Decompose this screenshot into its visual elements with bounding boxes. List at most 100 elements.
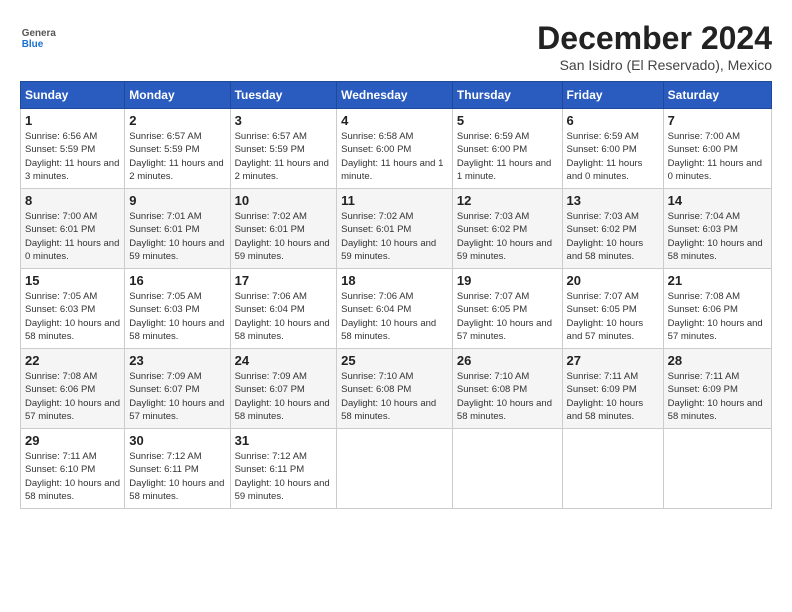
day-cell: 10 Sunrise: 7:02 AM Sunset: 6:01 PM Dayl… (230, 189, 337, 269)
day-number: 27 (567, 353, 659, 368)
day-cell: 20 Sunrise: 7:07 AM Sunset: 6:05 PM Dayl… (562, 269, 663, 349)
day-cell: 1 Sunrise: 6:56 AM Sunset: 5:59 PM Dayli… (21, 109, 125, 189)
day-cell: 28 Sunrise: 7:11 AM Sunset: 6:09 PM Dayl… (663, 349, 771, 429)
day-cell (452, 429, 562, 509)
day-number: 21 (668, 273, 767, 288)
day-number: 28 (668, 353, 767, 368)
day-info: Sunrise: 7:00 AM Sunset: 6:00 PM Dayligh… (668, 130, 767, 183)
day-cell (337, 429, 453, 509)
day-cell: 14 Sunrise: 7:04 AM Sunset: 6:03 PM Dayl… (663, 189, 771, 269)
header-friday: Friday (562, 82, 663, 109)
day-number: 22 (25, 353, 120, 368)
day-info: Sunrise: 7:12 AM Sunset: 6:11 PM Dayligh… (235, 450, 333, 503)
day-info: Sunrise: 6:59 AM Sunset: 6:00 PM Dayligh… (567, 130, 659, 183)
day-cell: 24 Sunrise: 7:09 AM Sunset: 6:07 PM Dayl… (230, 349, 337, 429)
day-number: 19 (457, 273, 558, 288)
day-info: Sunrise: 7:07 AM Sunset: 6:05 PM Dayligh… (567, 290, 659, 343)
day-cell: 27 Sunrise: 7:11 AM Sunset: 6:09 PM Dayl… (562, 349, 663, 429)
day-info: Sunrise: 7:11 AM Sunset: 6:09 PM Dayligh… (668, 370, 767, 423)
day-number: 1 (25, 113, 120, 128)
day-number: 11 (341, 193, 448, 208)
day-cell: 12 Sunrise: 7:03 AM Sunset: 6:02 PM Dayl… (452, 189, 562, 269)
day-number: 5 (457, 113, 558, 128)
day-number: 13 (567, 193, 659, 208)
day-cell: 4 Sunrise: 6:58 AM Sunset: 6:00 PM Dayli… (337, 109, 453, 189)
month-title: December 2024 (537, 20, 772, 57)
day-cell: 5 Sunrise: 6:59 AM Sunset: 6:00 PM Dayli… (452, 109, 562, 189)
day-number: 8 (25, 193, 120, 208)
svg-text:Blue: Blue (22, 39, 44, 50)
week-row-4: 22 Sunrise: 7:08 AM Sunset: 6:06 PM Dayl… (21, 349, 772, 429)
day-number: 14 (668, 193, 767, 208)
week-row-3: 15 Sunrise: 7:05 AM Sunset: 6:03 PM Dayl… (21, 269, 772, 349)
day-info: Sunrise: 7:12 AM Sunset: 6:11 PM Dayligh… (129, 450, 225, 503)
day-info: Sunrise: 6:56 AM Sunset: 5:59 PM Dayligh… (25, 130, 120, 183)
day-info: Sunrise: 7:09 AM Sunset: 6:07 PM Dayligh… (129, 370, 225, 423)
page-header: General Blue December 2024 San Isidro (E… (20, 20, 772, 73)
day-number: 29 (25, 433, 120, 448)
day-number: 24 (235, 353, 333, 368)
day-cell (562, 429, 663, 509)
calendar-body: 1 Sunrise: 6:56 AM Sunset: 5:59 PM Dayli… (21, 109, 772, 509)
week-row-5: 29 Sunrise: 7:11 AM Sunset: 6:10 PM Dayl… (21, 429, 772, 509)
day-cell: 13 Sunrise: 7:03 AM Sunset: 6:02 PM Dayl… (562, 189, 663, 269)
day-info: Sunrise: 7:08 AM Sunset: 6:06 PM Dayligh… (25, 370, 120, 423)
day-cell: 7 Sunrise: 7:00 AM Sunset: 6:00 PM Dayli… (663, 109, 771, 189)
day-number: 26 (457, 353, 558, 368)
day-number: 23 (129, 353, 225, 368)
day-cell: 2 Sunrise: 6:57 AM Sunset: 5:59 PM Dayli… (125, 109, 230, 189)
day-info: Sunrise: 7:09 AM Sunset: 6:07 PM Dayligh… (235, 370, 333, 423)
svg-text:General: General (22, 28, 56, 39)
calendar-table: SundayMondayTuesdayWednesdayThursdayFrid… (20, 81, 772, 509)
day-cell: 21 Sunrise: 7:08 AM Sunset: 6:06 PM Dayl… (663, 269, 771, 349)
day-cell: 17 Sunrise: 7:06 AM Sunset: 6:04 PM Dayl… (230, 269, 337, 349)
day-number: 16 (129, 273, 225, 288)
day-number: 2 (129, 113, 225, 128)
day-info: Sunrise: 7:07 AM Sunset: 6:05 PM Dayligh… (457, 290, 558, 343)
day-cell: 18 Sunrise: 7:06 AM Sunset: 6:04 PM Dayl… (337, 269, 453, 349)
calendar-header-row: SundayMondayTuesdayWednesdayThursdayFrid… (21, 82, 772, 109)
day-number: 30 (129, 433, 225, 448)
day-info: Sunrise: 7:11 AM Sunset: 6:09 PM Dayligh… (567, 370, 659, 423)
day-cell: 16 Sunrise: 7:05 AM Sunset: 6:03 PM Dayl… (125, 269, 230, 349)
logo: General Blue (20, 20, 60, 56)
day-info: Sunrise: 7:01 AM Sunset: 6:01 PM Dayligh… (129, 210, 225, 263)
day-info: Sunrise: 7:06 AM Sunset: 6:04 PM Dayligh… (235, 290, 333, 343)
day-info: Sunrise: 6:59 AM Sunset: 6:00 PM Dayligh… (457, 130, 558, 183)
day-number: 18 (341, 273, 448, 288)
day-number: 4 (341, 113, 448, 128)
header-sunday: Sunday (21, 82, 125, 109)
day-info: Sunrise: 7:08 AM Sunset: 6:06 PM Dayligh… (668, 290, 767, 343)
week-row-1: 1 Sunrise: 6:56 AM Sunset: 5:59 PM Dayli… (21, 109, 772, 189)
header-thursday: Thursday (452, 82, 562, 109)
day-number: 20 (567, 273, 659, 288)
day-cell: 9 Sunrise: 7:01 AM Sunset: 6:01 PM Dayli… (125, 189, 230, 269)
day-number: 7 (668, 113, 767, 128)
title-section: December 2024 San Isidro (El Reservado),… (537, 20, 772, 73)
day-info: Sunrise: 7:03 AM Sunset: 6:02 PM Dayligh… (567, 210, 659, 263)
day-info: Sunrise: 7:10 AM Sunset: 6:08 PM Dayligh… (457, 370, 558, 423)
day-cell: 25 Sunrise: 7:10 AM Sunset: 6:08 PM Dayl… (337, 349, 453, 429)
day-number: 25 (341, 353, 448, 368)
day-number: 9 (129, 193, 225, 208)
day-cell: 23 Sunrise: 7:09 AM Sunset: 6:07 PM Dayl… (125, 349, 230, 429)
day-cell (663, 429, 771, 509)
location-title: San Isidro (El Reservado), Mexico (537, 57, 772, 73)
day-info: Sunrise: 6:57 AM Sunset: 5:59 PM Dayligh… (235, 130, 333, 183)
header-wednesday: Wednesday (337, 82, 453, 109)
day-cell: 6 Sunrise: 6:59 AM Sunset: 6:00 PM Dayli… (562, 109, 663, 189)
day-number: 17 (235, 273, 333, 288)
day-cell: 22 Sunrise: 7:08 AM Sunset: 6:06 PM Dayl… (21, 349, 125, 429)
day-info: Sunrise: 7:05 AM Sunset: 6:03 PM Dayligh… (25, 290, 120, 343)
header-tuesday: Tuesday (230, 82, 337, 109)
day-number: 12 (457, 193, 558, 208)
day-cell: 19 Sunrise: 7:07 AM Sunset: 6:05 PM Dayl… (452, 269, 562, 349)
day-info: Sunrise: 7:04 AM Sunset: 6:03 PM Dayligh… (668, 210, 767, 263)
day-info: Sunrise: 7:10 AM Sunset: 6:08 PM Dayligh… (341, 370, 448, 423)
day-info: Sunrise: 6:57 AM Sunset: 5:59 PM Dayligh… (129, 130, 225, 183)
day-number: 3 (235, 113, 333, 128)
day-cell: 3 Sunrise: 6:57 AM Sunset: 5:59 PM Dayli… (230, 109, 337, 189)
day-info: Sunrise: 6:58 AM Sunset: 6:00 PM Dayligh… (341, 130, 448, 183)
day-cell: 11 Sunrise: 7:02 AM Sunset: 6:01 PM Dayl… (337, 189, 453, 269)
day-number: 15 (25, 273, 120, 288)
